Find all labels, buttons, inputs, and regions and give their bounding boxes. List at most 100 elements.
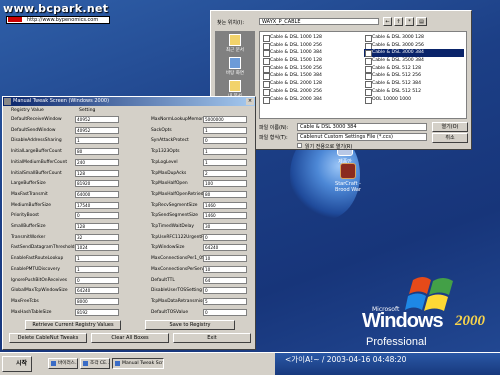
file-item[interactable]: Cable & DSL 3500 384 xyxy=(364,57,464,65)
watermark-logo xyxy=(8,17,22,22)
open-button[interactable]: 열기(O) xyxy=(432,122,468,132)
registry-value-field[interactable]: 1 xyxy=(203,148,247,156)
desktop-icon-starcraft[interactable]: StarCraft - Brood War xyxy=(328,163,368,193)
registry-name: TcpMaxDupAcks xyxy=(151,170,187,176)
site-watermark: www.bcpark.net xyxy=(3,2,109,15)
registry-row: TcpSendSegmentSize 1460 xyxy=(3,212,257,220)
registry-value-field[interactable]: 1 xyxy=(203,158,247,166)
up-folder-button[interactable]: ↑ xyxy=(394,17,403,26)
registry-name: MaxNormLookupMemory xyxy=(151,117,206,122)
registry-row: DisableUserTOSSetting 0 xyxy=(3,287,257,295)
new-folder-button[interactable]: * xyxy=(405,17,414,26)
file-item[interactable]: Cable & DSL 1500 256 xyxy=(262,65,362,73)
filetype-label: 파일 형식(T): xyxy=(259,135,288,141)
file-item[interactable]: Cable & DSL 3000 256 xyxy=(364,42,464,50)
registry-row: TcpMaxDataRetransmissions 5 xyxy=(3,297,257,306)
registry-value-field[interactable]: 1460 xyxy=(203,212,247,220)
task-button-1[interactable]: 바이러스... xyxy=(48,358,78,369)
file-item[interactable]: Cable & DSL 1000 384 xyxy=(262,49,362,58)
registry-name: MaxConnectionsPerServer xyxy=(151,266,209,272)
registry-value-field[interactable]: 2 xyxy=(203,169,247,177)
file-item[interactable]: Cable & DSL 3000 384 xyxy=(364,49,464,58)
registry-row: TcpTimedWaitDelay 30 xyxy=(3,223,257,231)
registry-value-field[interactable]: 0 xyxy=(203,137,247,145)
logo-version: 2000 xyxy=(455,313,485,329)
registry-name: TcpRecvSegmentSize xyxy=(151,202,198,208)
registry-row: TcpMaxHalfOpenRetried 80 xyxy=(3,190,257,199)
filetype-value: Cablenut Custom Settings File (*.ccs) xyxy=(300,134,393,140)
file-item[interactable]: Cable & DSL 512 512 xyxy=(364,88,464,96)
registry-name: TcpWindowSize xyxy=(151,245,185,251)
delete-tweaks-button[interactable]: Delete CableNut Tweaks xyxy=(9,333,87,343)
task-button-3[interactable]: Manual Tweak Screen... xyxy=(112,358,164,369)
cancel-button[interactable]: 취소 xyxy=(432,133,468,143)
save-registry-button[interactable]: Save to Registry xyxy=(145,320,235,330)
registry-value-field[interactable]: 0 xyxy=(203,308,247,316)
registry-name: DefaultTTL xyxy=(151,277,175,283)
clear-boxes-button[interactable]: Clear All Boxes xyxy=(91,333,169,343)
registry-name: TcpSendSegmentSize xyxy=(151,213,198,219)
file-item[interactable]: Cable & DSL 512 256 xyxy=(364,72,464,81)
registry-row: SackOpts 1 xyxy=(3,126,257,135)
logo-windows: Windows xyxy=(362,310,444,332)
file-list[interactable]: Cable & DSL 1000 128 Cable & DSL 1000 256… xyxy=(259,31,467,119)
registry-value-header: Registry Value xyxy=(11,108,44,113)
file-column-1: Cable & DSL 1000 128 Cable & DSL 1000 256… xyxy=(262,34,362,104)
file-item[interactable]: Cable & DSL 1000 256 xyxy=(262,42,362,50)
file-item[interactable]: Cable & DSL 2000 256 xyxy=(262,88,362,96)
retrieve-registry-button[interactable]: Retrieve Current Registry Values xyxy=(25,320,121,330)
starcraft-icon xyxy=(340,163,356,179)
registry-value-field[interactable]: 80 xyxy=(203,190,247,198)
close-icon[interactable]: × xyxy=(246,98,254,105)
registry-row: TcpRecvSegmentSize 1460 xyxy=(3,201,257,210)
look-in-dropdown[interactable]: WAYX_P_CABLE xyxy=(259,18,379,25)
look-in-value: WAYX_P_CABLE xyxy=(262,19,301,25)
window-title: Manual Tweak Screen (Windows 2000) xyxy=(13,98,110,104)
registry-value-field[interactable]: 1460 xyxy=(203,201,247,209)
registry-row: TcpMaxHalfOpen 100 xyxy=(3,180,257,188)
registry-value-field[interactable]: 5000000 xyxy=(203,116,247,123)
exit-button[interactable]: Exit xyxy=(173,333,251,343)
file-item[interactable]: Cable & DSL 512 384 xyxy=(364,80,464,88)
app-icon xyxy=(4,98,11,105)
filetype-dropdown[interactable]: Cablenut Custom Settings File (*.ccs) xyxy=(297,133,427,141)
registry-value-field[interactable]: 10 xyxy=(203,265,247,273)
file-item[interactable]: Cable & DSL 3000 128 xyxy=(364,34,464,42)
start-button[interactable]: 시작 xyxy=(2,356,32,372)
registry-row: DefaultTOSValue 0 xyxy=(3,308,257,317)
registry-row: SynAttackProtect 0 xyxy=(3,137,257,145)
file-item[interactable]: Cable & DSL 2000 128 xyxy=(262,80,362,88)
back-button[interactable]: ← xyxy=(383,17,392,26)
task-button-2[interactable]: 조각 CE... xyxy=(80,358,110,369)
file-item[interactable]: Cable & DSL 1500 384 xyxy=(262,72,362,81)
registry-value-field[interactable]: 0 xyxy=(203,233,247,241)
place-desktop[interactable]: 바탕 화면 xyxy=(215,57,255,76)
file-item[interactable]: Cable & DSL 1000 128 xyxy=(262,34,362,42)
file-item[interactable]: Cable & DSL 512 128 xyxy=(364,65,464,73)
readonly-checkbox[interactable] xyxy=(297,143,302,148)
registry-name: SynAttackProtect xyxy=(151,138,189,144)
registry-value-field[interactable]: 0 xyxy=(203,287,247,295)
filename-value: Cable & DSL 3000 384 xyxy=(300,124,357,130)
registry-value-field[interactable]: 64240 xyxy=(203,244,247,252)
registry-value-field[interactable]: 64 xyxy=(203,276,247,284)
view-menu-button[interactable]: ▤ xyxy=(416,17,427,26)
setting-header: Setting xyxy=(79,108,96,113)
registry-value-field[interactable]: 1 xyxy=(203,126,247,134)
registry-row: Tcp1323Opts 1 xyxy=(3,148,257,156)
registry-value-field[interactable]: 10 xyxy=(203,255,247,263)
file-item[interactable]: Cable & DSL 2000 384 xyxy=(262,96,362,104)
file-item[interactable]: Cable & DSL 1500 128 xyxy=(262,57,362,65)
registry-row: MaxNormLookupMemory 5000000 xyxy=(3,116,257,124)
registry-name: TcpTimedWaitDelay xyxy=(151,224,194,229)
filename-field[interactable]: Cable & DSL 3000 384 xyxy=(297,123,427,131)
place-recent[interactable]: 최근 문서 xyxy=(215,34,255,53)
title-bar[interactable]: Manual Tweak Screen (Windows 2000) × xyxy=(3,97,255,106)
file-item[interactable]: OOL 10000 1000 xyxy=(364,96,464,104)
registry-value-field[interactable]: 30 xyxy=(203,223,247,230)
registry-value-field[interactable]: 5 xyxy=(203,297,247,305)
logo-edition: Professional xyxy=(366,336,427,348)
registry-value-field[interactable]: 100 xyxy=(203,180,247,188)
desktop-icon xyxy=(229,57,241,69)
registry-name: DefaultTOSValue xyxy=(151,309,189,315)
